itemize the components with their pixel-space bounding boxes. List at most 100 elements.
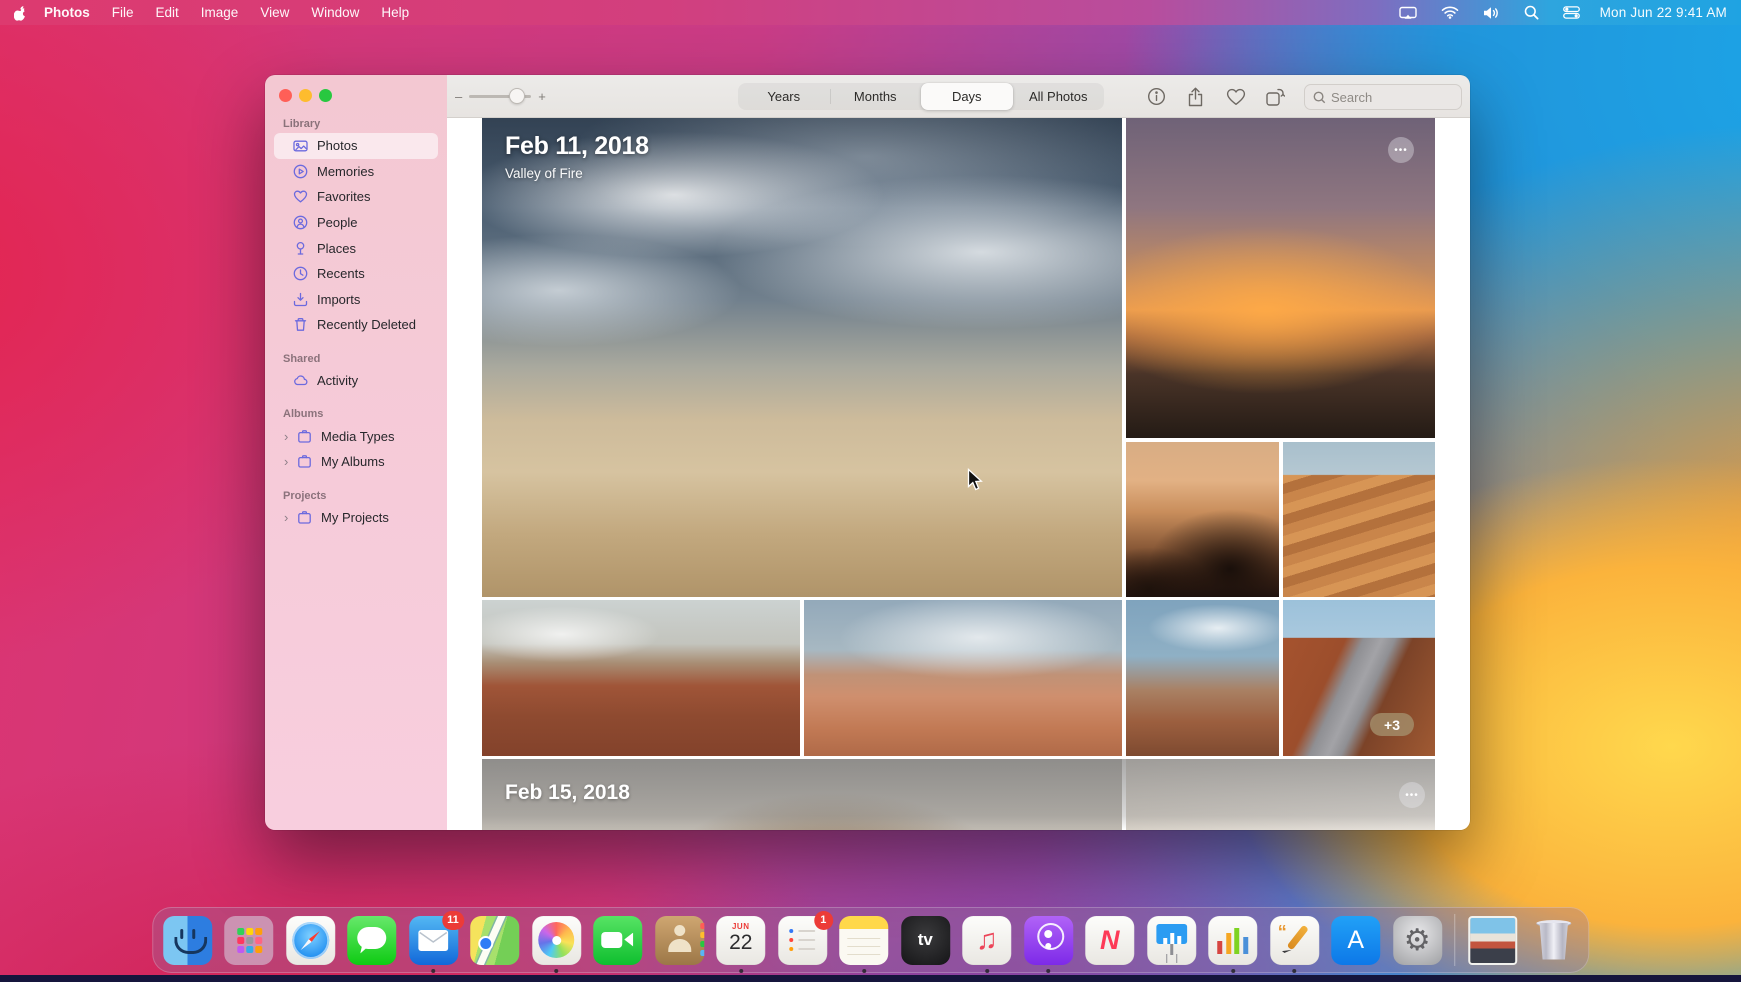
more-options-button[interactable]: ••• [1388,137,1414,163]
people-icon [292,215,309,230]
podcasts-icon[interactable] [1023,915,1073,973]
chevron-right-icon[interactable]: › [284,510,292,525]
menu-help[interactable]: Help [381,5,409,20]
menu-view[interactable]: View [260,5,289,20]
sidebar-item-photos[interactable]: Photos [274,133,438,159]
wifi-icon[interactable] [1441,6,1459,19]
sidebar-item-label: Media Types [321,428,395,444]
pin-icon [292,241,309,256]
keynote-icon[interactable] [1146,915,1196,965]
close-button[interactable] [279,89,292,102]
menu-edit[interactable]: Edit [156,5,179,20]
music-note-glyph: ♫ [975,923,998,956]
chevron-right-icon[interactable]: › [284,429,292,444]
envelope-icon [418,929,449,951]
sidebar-item-media-types[interactable]: › Media Types [274,423,438,449]
share-button[interactable] [1187,87,1204,107]
search-field[interactable] [1304,84,1462,110]
numbers-icon[interactable] [1208,915,1258,973]
zoom-out-button[interactable]: – [455,89,462,104]
sidebar-item-recently-deleted[interactable]: Recently Deleted [274,312,438,338]
mail-icon[interactable]: 11 [408,910,464,973]
sidebar-item-label: Activity [317,373,359,389]
minimize-button[interactable] [299,89,312,102]
menu-clock[interactable]: Mon Jun 22 9:41 AM [1600,5,1727,20]
app-store-icon[interactable]: A [1331,915,1381,965]
display-icon[interactable] [1398,6,1417,20]
zoom-button[interactable] [319,89,332,102]
photo-thumbnail-valley-panorama[interactable] [482,118,1122,597]
photo-thumbnail-red-desert[interactable] [482,600,800,756]
window-controls [279,89,332,102]
photo-thumbnail-desert-road[interactable] [1283,600,1435,756]
menu-bar: Photos File Edit Image View Window Help [0,0,1741,25]
zoom-slider-knob[interactable] [509,88,526,104]
image-file-icon[interactable] [1467,915,1517,965]
sidebar-item-favorites[interactable]: Favorites [274,184,438,210]
running-indicator [861,968,866,973]
info-button[interactable] [1147,87,1166,106]
trash-icon[interactable] [1529,916,1578,965]
menu-image[interactable]: Image [201,5,239,20]
photo-thumbnail-sandstone-wave[interactable] [1283,442,1435,597]
photo-thumbnail-climbers-silhouette[interactable] [1126,442,1279,597]
tab-years[interactable]: Years [738,83,830,110]
contacts-icon[interactable] [654,915,704,965]
photo-thumbnail-sand-trail[interactable] [804,600,1122,756]
sidebar-item-imports[interactable]: Imports [274,287,438,313]
calendar-icon[interactable]: JUN 22 [716,915,766,973]
spotlight-icon[interactable] [1524,5,1539,20]
calendar-month: JUN [731,921,750,931]
sidebar-item-label: Memories [317,163,375,179]
sidebar-item-activity[interactable]: Activity [274,368,438,394]
safari-icon[interactable] [285,915,335,965]
control-center-icon[interactable] [1562,6,1580,19]
photo-thumbnail-canyon-overlook[interactable] [1126,600,1279,756]
pages-icon[interactable]: “ [1269,915,1319,973]
favorite-heart-button[interactable] [1226,88,1246,106]
finder-icon[interactable] [162,915,212,965]
photo-thumbnail-sunset[interactable] [1126,118,1435,438]
search-input[interactable] [1331,89,1453,105]
sidebar-item-places[interactable]: Places [274,235,438,261]
dock-separator [1454,914,1456,966]
zoom-in-button[interactable]: + [538,89,546,104]
volume-icon[interactable] [1483,6,1500,20]
running-indicator [431,968,436,973]
tab-days[interactable]: Days [921,83,1013,110]
sidebar-item-memories[interactable]: Memories [274,159,438,185]
trash-body [1539,922,1569,960]
sidebar-item-people[interactable]: People [274,210,438,236]
system-preferences-icon[interactable]: ⚙ [1392,915,1442,965]
reminders-icon[interactable]: 1 [777,910,833,965]
launchpad-icon[interactable] [224,915,274,965]
music-icon[interactable]: ♫ [962,915,1012,973]
sidebar-item-recents[interactable]: Recents [274,261,438,287]
sidebar-section-albums: Albums [283,408,324,421]
sidebar: Library Photos Memories Favorites People [265,75,447,830]
news-icon[interactable]: N [1085,915,1135,965]
tab-all-photos[interactable]: All Photos [1013,83,1105,110]
messages-icon[interactable] [347,915,397,965]
more-options-button[interactable]: ••• [1399,782,1425,808]
tab-months[interactable]: Months [829,83,922,110]
notes-icon[interactable] [839,915,889,973]
clock-icon [292,266,309,281]
menu-window[interactable]: Window [311,5,359,20]
sidebar-item-my-albums[interactable]: › My Albums [274,449,438,475]
menu-app-name[interactable]: Photos [44,5,90,20]
maps-icon[interactable] [470,915,520,965]
sidebar-item-label: Recents [317,266,365,282]
facetime-icon[interactable] [593,915,643,965]
tv-icon[interactable]: tv [900,915,950,965]
sidebar-item-my-projects[interactable]: › My Projects [274,505,438,531]
chevron-right-icon[interactable]: › [284,454,292,469]
zoom-slider[interactable] [469,88,532,104]
rotate-button[interactable] [1265,87,1285,107]
overflow-count-badge[interactable]: +3 [1370,713,1414,736]
apple-menu-icon[interactable] [14,5,28,21]
import-icon [292,292,309,307]
menu-file[interactable]: File [112,5,134,20]
group-location: Valley of Fire [505,166,583,181]
photos-app-icon[interactable] [531,915,581,973]
